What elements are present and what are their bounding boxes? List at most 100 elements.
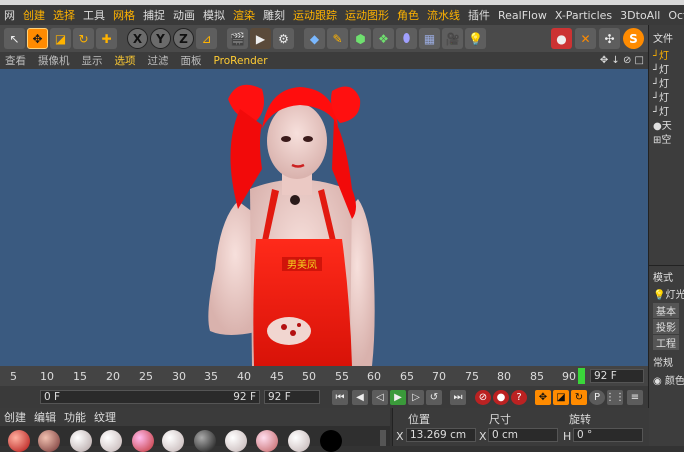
pen-spline-icon[interactable]: ✎ [327,28,348,49]
menu-item-animate[interactable]: 动画 [169,7,199,23]
render-picture-viewer-icon[interactable]: ▶ [250,28,271,49]
live-select-icon[interactable]: ↖ [4,28,25,49]
play-icon[interactable]: ▶ [390,390,406,405]
menu-item-render[interactable]: 渲染 [229,7,259,23]
tab-basic[interactable]: 基本 [653,303,679,318]
plugin-xparticles-icon[interactable]: ✣ [599,28,620,49]
z-axis-lock-button[interactable]: Z [173,28,194,49]
y-axis-lock-button[interactable]: Y [150,28,171,49]
viewport-menu-options[interactable]: 选项 [110,53,141,68]
menu-item-snap[interactable]: 捕捉 [139,7,169,23]
playhead-marker[interactable] [578,368,585,384]
object-item-light-3[interactable]: ┘灯 [653,75,669,90]
end-frame-field[interactable]: 92 F [264,390,320,404]
menu-item-octane[interactable]: Octane [664,9,684,22]
menu-item-realflow[interactable]: RealFlow [494,9,551,22]
object-item-light-1[interactable]: ┘灯 [653,47,669,62]
menu-item-3dtoall[interactable]: 3DtoAll [616,9,664,22]
viewport-menu-prorender[interactable]: ProRender [209,55,273,67]
light-icon[interactable]: 💡 [465,28,486,49]
menu-item-mesh-partial[interactable]: 网 [0,7,19,23]
material-swatch[interactable] [38,430,60,452]
viewport-menu-display[interactable]: 显示 [77,53,108,68]
viewport-nav-icons[interactable]: ✥ ↓ ⊘ □ [595,55,648,66]
move-tool-icon[interactable]: ✥ [27,28,48,49]
menu-item-select[interactable]: 选择 [49,7,79,23]
viewport-menu-panel[interactable]: 面板 [176,53,207,68]
mat-menu-create[interactable]: 创建 [0,409,30,425]
menu-item-simulate[interactable]: 模拟 [199,7,229,23]
viewport-menu-view[interactable]: 查看 [0,53,31,68]
previous-frame-icon[interactable]: ◁ [372,390,388,405]
tab-projection[interactable]: 投影 [653,319,679,334]
object-item-light-5[interactable]: ┘灯 [653,103,669,118]
material-swatch[interactable] [225,430,247,452]
tab-project[interactable]: 工程 [653,335,679,350]
menu-item-mesh[interactable]: 网格 [109,7,139,23]
object-item-light-2[interactable]: ┘灯 [653,61,669,76]
plugin-arrows-icon[interactable]: ✕ [575,28,596,49]
param-color[interactable]: ◉ 颜色 [653,372,684,387]
transform-tool-icon[interactable]: ✚ [96,28,117,49]
menu-item-sculpt[interactable]: 雕刻 [259,7,289,23]
key-position-icon[interactable]: ✥ [535,390,551,405]
camera-icon[interactable]: 🎥 [442,28,463,49]
material-scrollbar[interactable] [380,430,386,446]
key-rotation-icon[interactable]: ↻ [571,390,587,405]
subdivision-surface-icon[interactable]: ⬢ [350,28,371,49]
loop-icon[interactable]: ↺ [426,390,442,405]
material-swatch[interactable] [8,430,30,452]
current-frame-field[interactable]: 92 F [590,369,644,383]
3d-viewport[interactable]: 男美凤 [0,69,648,366]
render-settings-icon[interactable]: ⚙ [273,28,294,49]
auto-key-icon[interactable]: ● [493,390,509,405]
menu-item-tools[interactable]: 工具 [79,7,109,23]
menu-item-mograph[interactable]: 运动图形 [341,7,393,23]
object-item-sky[interactable]: ●天 [653,117,672,132]
viewport-menu-camera[interactable]: 摄像机 [33,53,75,68]
go-to-start-icon[interactable]: ⏮ [332,390,348,405]
rotate-tool-icon[interactable]: ↻ [73,28,94,49]
object-manager-header[interactable]: 文件 [653,30,673,45]
material-swatch[interactable] [70,430,92,452]
plugin-s-icon[interactable]: S [623,28,644,49]
timeline-ruler[interactable]: 5 10 15 20 25 30 35 40 45 50 55 60 65 70… [0,366,648,386]
attribute-manager-header[interactable]: 模式 [653,269,673,284]
object-item-light-4[interactable]: ┘灯 [653,89,669,104]
previous-key-icon[interactable]: ◀ [352,390,368,405]
material-swatch[interactable] [256,430,278,452]
material-swatch[interactable] [132,430,154,452]
key-pla-icon[interactable]: ⋮⋮ [605,390,625,405]
preview-range-slider[interactable]: 0 F 92 F [40,390,260,404]
floor-icon[interactable]: ▦ [419,28,440,49]
material-swatch[interactable] [162,430,184,452]
render-view-icon[interactable]: 🎬 [227,28,248,49]
scale-tool-icon[interactable]: ◪ [50,28,71,49]
position-x-field[interactable]: 13.269 cm [406,428,476,442]
deformer-icon[interactable]: ⬮ [396,28,417,49]
key-scale-icon[interactable]: ◪ [553,390,569,405]
material-swatch[interactable] [288,430,310,452]
material-swatch[interactable] [194,430,216,452]
mat-menu-texture[interactable]: 纹理 [90,409,120,425]
timeline-menu-icon[interactable]: ≡ [627,390,643,405]
menu-item-plugins[interactable]: 插件 [464,7,494,23]
mat-menu-edit[interactable]: 编辑 [30,409,60,425]
menu-item-motion-tracking[interactable]: 运动跟踪 [289,7,341,23]
key-param-icon[interactable]: P [589,390,605,405]
go-to-end-icon[interactable]: ⏭ [450,390,466,405]
cube-primitive-icon[interactable]: ◆ [304,28,325,49]
cloner-icon[interactable]: ❖ [373,28,394,49]
material-swatch[interactable] [100,430,122,452]
menu-item-xparticles[interactable]: X-Particles [551,9,616,22]
keyframe-selection-icon[interactable]: ? [511,390,527,405]
menu-item-create[interactable]: 创建 [19,7,49,23]
plugin-sphere-icon[interactable]: ● [551,28,572,49]
coordinate-system-icon[interactable]: ⊿ [196,28,217,49]
rotation-h-field[interactable]: 0 ° [573,428,643,442]
viewport-menu-filter[interactable]: 过滤 [143,53,174,68]
next-frame-icon[interactable]: ▷ [408,390,424,405]
x-axis-lock-button[interactable]: X [127,28,148,49]
material-swatch[interactable] [320,430,342,452]
record-icon[interactable]: ⊘ [475,390,491,405]
